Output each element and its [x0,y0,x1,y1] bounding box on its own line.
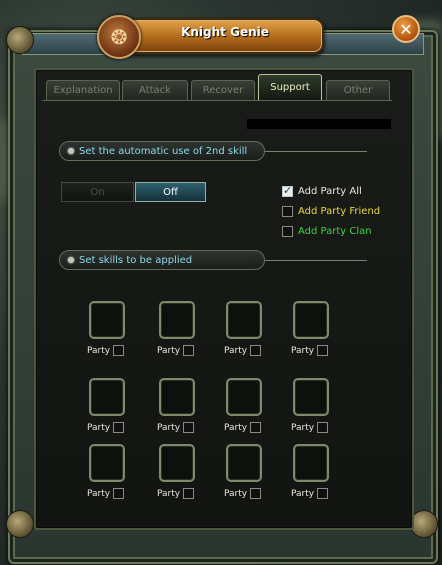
party-checkbox[interactable] [250,345,262,356]
section-divider [265,151,367,152]
party-label: Party [291,422,315,433]
party-label: Party [157,422,181,433]
tab-divider [42,100,392,101]
tab-recover[interactable]: Recover [191,80,255,100]
party-label: Party [224,345,248,356]
party-checkbox[interactable] [250,488,262,499]
party-checkbox[interactable] [113,422,125,433]
party-label: Party [291,345,315,356]
party-checkbox[interactable] [317,422,329,433]
party-checkbox-row[interactable]: Party [87,345,125,356]
party-label: Party [157,345,181,356]
party-label: Party [224,422,248,433]
checkbox-checked[interactable] [282,184,293,197]
party-checkbox-row[interactable]: Party [291,488,329,499]
party-label: Party [291,488,315,499]
option-label: Add Party All [298,186,362,197]
checkbox[interactable] [282,206,293,217]
party-checkbox[interactable] [183,422,195,433]
section-title: Set skills to be applied [79,254,193,266]
tab-label: Other [343,85,373,96]
party-label: Party [87,488,111,499]
party-label: Party [87,345,111,356]
bullet-icon [68,148,74,154]
party-checkbox-row[interactable]: Party [157,488,195,499]
close-icon: ✕ [399,19,413,39]
party-checkbox-row[interactable]: Party [157,345,195,356]
knight-genie-emblem-icon: ❂ [97,15,141,59]
option-add-party-friend[interactable]: Add Party Friend [282,206,380,217]
party-checkbox[interactable] [113,488,125,499]
party-checkbox-row[interactable]: Party [157,422,195,433]
party-checkbox[interactable] [250,422,262,433]
party-checkbox-row[interactable]: Party [291,345,329,356]
section-divider [265,260,367,261]
frame-corner-ornament [6,510,34,538]
tab-label: Support [270,82,310,93]
skill-slot[interactable] [89,378,125,416]
party-label: Party [157,488,181,499]
skill-slot[interactable] [159,378,195,416]
party-checkbox-row[interactable]: Party [291,422,329,433]
blank-bar [247,119,391,129]
skill-slot[interactable] [226,301,262,339]
party-checkbox-row[interactable]: Party [87,422,125,433]
skill-slot[interactable] [159,444,195,482]
section-title: Set the automatic use of 2nd skill [79,145,248,157]
party-checkbox[interactable] [317,345,329,356]
skill-slot[interactable] [293,301,329,339]
section-header-skills-applied: Set skills to be applied [59,250,265,270]
toggle-label: Off [163,186,178,198]
checkbox[interactable] [282,226,293,237]
option-label: Add Party Friend [298,206,381,217]
close-button[interactable]: ✕ [392,15,420,43]
skill-slot[interactable] [89,301,125,339]
window-title: Knight Genie [181,25,269,39]
party-checkbox[interactable] [183,345,195,356]
skill-slot[interactable] [293,378,329,416]
tab-attack[interactable]: Attack [122,80,188,100]
party-checkbox[interactable] [317,488,329,499]
party-checkbox-row[interactable]: Party [224,345,262,356]
toggle-on-button[interactable]: On [61,182,134,202]
party-checkbox[interactable] [113,345,125,356]
party-checkbox-row[interactable]: Party [224,488,262,499]
option-add-party-clan[interactable]: Add Party Clan [282,226,372,237]
option-label: Add Party Clan [298,226,372,237]
tab-label: Explanation [53,85,113,96]
party-label: Party [87,422,111,433]
toggle-off-button[interactable]: Off [135,182,206,202]
tab-explanation[interactable]: Explanation [46,80,120,100]
party-label: Party [224,488,248,499]
tab-other[interactable]: Other [326,80,390,100]
skill-slot[interactable] [226,378,262,416]
skill-slot[interactable] [89,444,125,482]
party-checkbox-row[interactable]: Party [87,488,125,499]
frame-corner-ornament [410,510,438,538]
skill-slot[interactable] [293,444,329,482]
skill-slot[interactable] [226,444,262,482]
option-add-party-all[interactable]: Add Party All [282,184,362,197]
tab-label: Recover [202,85,244,96]
tab-label: Attack [139,85,171,96]
skill-slot[interactable] [159,301,195,339]
toggle-label: On [90,186,105,198]
frame-corner-ornament [6,26,34,54]
bullet-icon [68,257,74,263]
tab-support[interactable]: Support [258,74,322,100]
party-checkbox-row[interactable]: Party [224,422,262,433]
party-checkbox[interactable] [183,488,195,499]
section-header-2nd-skill: Set the automatic use of 2nd skill [59,141,265,161]
